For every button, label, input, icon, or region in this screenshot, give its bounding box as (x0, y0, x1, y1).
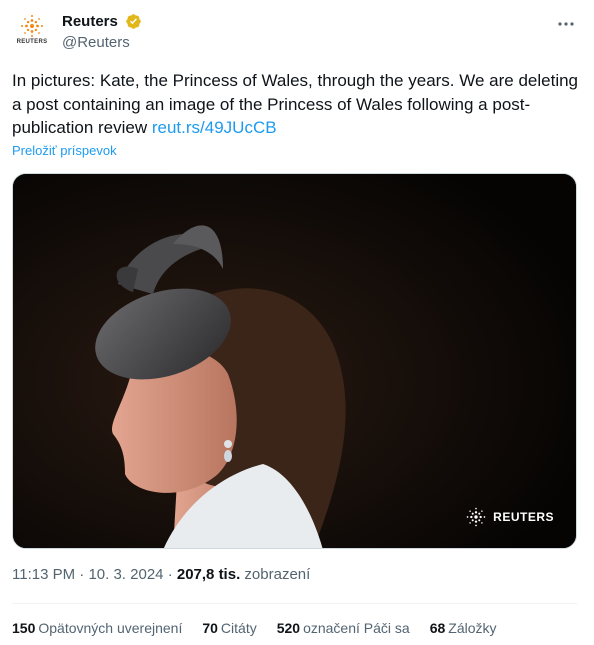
verified-badge-icon[interactable] (125, 13, 142, 30)
more-options-icon[interactable] (556, 14, 576, 34)
tweet-text: In pictures: Kate, the Princess of Wales… (12, 69, 582, 140)
tweet-header: REUTERS Reuters @Reuters (12, 10, 582, 58)
tweet-meta: 11:13 PM · 10. 3. 2024 · 207,8 tis. zobr… (12, 566, 310, 583)
display-name[interactable]: Reuters (62, 13, 118, 30)
divider (12, 603, 577, 604)
stat-bookmarks[interactable]: 68 Záložky (430, 620, 497, 636)
tweet-body: In pictures: Kate, the Princess of Wales… (12, 71, 579, 137)
avatar[interactable]: REUTERS (12, 10, 52, 50)
views-count: 207,8 tis. (176, 566, 241, 583)
account-handle[interactable]: @Reuters (62, 34, 142, 51)
meta-separator-2: · (167, 566, 173, 583)
portrait-photo-image (13, 174, 576, 548)
meta-separator: · (79, 566, 85, 583)
stat-label: označení Páči sa (303, 620, 410, 636)
account-names: Reuters @Reuters (62, 13, 142, 51)
engagement-stats: 150 Opätovných uverejnení 70 Citáty 520 ozn… (12, 620, 517, 636)
stat-count: 70 (202, 620, 218, 636)
stat-label: Záložky (448, 620, 497, 636)
views-label: zobrazení (244, 566, 311, 583)
stat-likes[interactable]: 520 označení Páči sa (277, 620, 410, 636)
reuters-watermark-logo-icon (466, 507, 486, 527)
stat-count: 150 (12, 620, 36, 636)
tweet-photo[interactable]: REUTERS (12, 173, 577, 549)
stat-quotes[interactable]: 70 Citáty (202, 620, 256, 636)
watermark-text: REUTERS (493, 510, 554, 524)
stat-label: Opätovných uverejnení (38, 620, 183, 636)
reuters-logo-icon (21, 15, 43, 37)
reuters-watermark: REUTERS (465, 506, 554, 528)
stat-label: Citáty (220, 620, 257, 636)
tweet-link[interactable]: reut.rs/49JUcCB (152, 118, 277, 137)
tweet-date[interactable]: 10. 3. 2024 (88, 566, 163, 583)
stat-count: 520 (276, 620, 301, 636)
stat-count: 68 (429, 620, 446, 636)
avatar-logo-text: REUTERS (16, 39, 48, 45)
stat-reposts[interactable]: 150 Opätovných uverejnení (12, 620, 182, 636)
translate-post-link[interactable]: Preložiť príspevok (12, 143, 117, 158)
tweet-time[interactable]: 11:13 PM (12, 566, 75, 583)
